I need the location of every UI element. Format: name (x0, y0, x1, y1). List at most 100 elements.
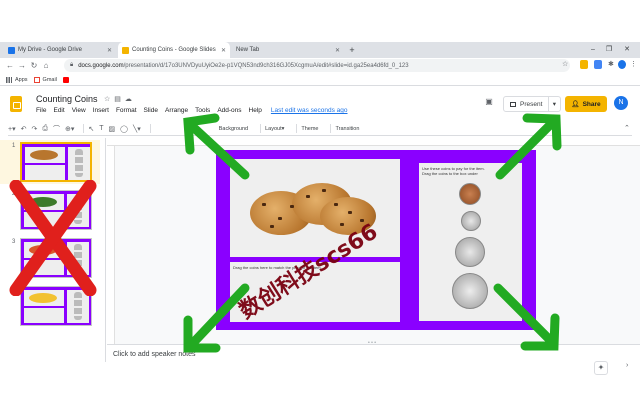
bookmark-apps[interactable]: Apps (6, 76, 28, 83)
kebab-menu-icon[interactable]: ⋮ (630, 60, 637, 69)
toolbar-divider (330, 124, 332, 133)
tab-counting-coins[interactable]: Counting Coins - Google Slides ✕ (118, 42, 230, 58)
vertical-ruler (107, 146, 115, 344)
present-label: Present (520, 100, 543, 108)
coins-thumb-image (74, 292, 82, 320)
minimize-button[interactable]: – (586, 42, 600, 58)
tab-label: Counting Coins - Google Slides (132, 47, 216, 53)
slide-number: 1 (12, 143, 16, 149)
menu-bar: File Edit View Insert Format Slide Arran… (36, 107, 355, 114)
horizontal-ruler (107, 138, 640, 146)
tab-label: My Drive - Google Drive (18, 47, 83, 53)
explore-icon[interactable]: ✦ (594, 361, 608, 375)
title-icons: ☆▤☁ (104, 95, 136, 103)
tab-new-tab[interactable]: New Tab ✕ (232, 42, 344, 58)
last-edit-link[interactable]: Last edit was seconds ago (271, 107, 348, 114)
move-folder-icon[interactable]: ▤ (114, 96, 125, 103)
back-arrow-icon[interactable]: ← (4, 59, 16, 73)
new-tab-button[interactable]: + (346, 42, 358, 58)
close-icon[interactable]: ✕ (331, 47, 340, 54)
redo-icon[interactable]: ↷ (31, 125, 37, 133)
menu-add-ons[interactable]: Add-ons (217, 107, 241, 114)
print-icon[interactable]: ⎙ (42, 125, 48, 133)
youtube-icon (62, 76, 69, 83)
comment-history-icon[interactable]: ▣ (482, 97, 496, 109)
share-label: Share (582, 100, 601, 108)
home-icon[interactable]: ⌂ (40, 59, 52, 73)
tab-label: New Tab (236, 47, 260, 53)
menu-insert[interactable]: Insert (93, 107, 109, 114)
slide-thumbnail-1[interactable] (20, 142, 92, 182)
tab-my-drive[interactable]: My Drive - Google Drive ✕ (4, 42, 116, 58)
coins-thumb-image (75, 149, 83, 177)
window-close-button[interactable]: ✕ (620, 42, 634, 58)
toolbar-divider (149, 124, 151, 133)
bookmarks-bar: Apps Gmail (0, 74, 640, 86)
present-button[interactable]: Present ▾ (503, 96, 561, 112)
apps-grid-icon (6, 76, 12, 83)
slides-logo-icon[interactable] (10, 96, 22, 112)
layout-button[interactable]: Layout▾ (265, 126, 284, 132)
account-avatar[interactable]: N (614, 96, 628, 110)
menu-help[interactable]: Help (249, 107, 262, 114)
line-icon[interactable]: ╲▾ (133, 125, 141, 133)
menu-file[interactable]: File (36, 107, 46, 114)
menu-format[interactable]: Format (116, 107, 137, 114)
transition-button[interactable]: Transition (335, 126, 359, 132)
bookmark-youtube[interactable] (62, 76, 72, 83)
penny-coin[interactable] (459, 183, 481, 205)
new-slide-icon[interactable]: +▾ (8, 125, 16, 133)
cloud-saved-icon: ☁ (124, 96, 136, 103)
menu-view[interactable]: View (72, 107, 86, 114)
puzzle-icon[interactable]: ✱ (608, 60, 616, 69)
speaker-notes[interactable]: Click to add speaker notes (107, 344, 640, 362)
paint-format-icon[interactable]: ⌒ (53, 124, 60, 134)
star-icon[interactable]: ☆ (104, 96, 114, 103)
gmail-icon (33, 76, 40, 83)
maximize-button[interactable]: ❐ (602, 42, 616, 58)
url-field[interactable]: 🔒︎ docs.google.com/presentation/d/17o3UN… (64, 59, 570, 72)
image-icon[interactable]: ▨ (109, 125, 116, 133)
select-cursor-icon[interactable]: ↖ (88, 125, 94, 133)
undo-icon[interactable]: ↶ (21, 125, 27, 133)
background-button[interactable]: Background (219, 126, 248, 132)
editing-toolbar: +▾ ↶ ↷ ⎙ ⌒ ⊕▾ ↖ T ▨ ◯ ╲▾ Background Layo… (8, 122, 632, 136)
present-dropdown-chevron-icon[interactable]: ▾ (547, 97, 560, 111)
quarter-coin[interactable] (452, 273, 488, 309)
person-add-icon: 👤︎ (571, 101, 580, 108)
document-title[interactable]: Counting Coins (36, 94, 98, 104)
bottom-area (0, 362, 640, 400)
close-icon[interactable]: ✕ (103, 47, 112, 54)
side-panel-chevron-icon[interactable]: › (626, 362, 628, 369)
extension-icon[interactable] (594, 60, 602, 69)
menu-slide[interactable]: Slide (144, 107, 158, 114)
shape-icon[interactable]: ◯ (120, 125, 128, 133)
lock-icon: 🔒︎ (70, 62, 74, 68)
toolbar-divider (83, 124, 85, 133)
menu-edit[interactable]: Edit (53, 107, 64, 114)
cookies-thumb-image (30, 150, 58, 160)
bookmark-gmail[interactable]: Gmail (33, 76, 57, 83)
zoom-icon[interactable]: ⊕▾ (65, 125, 74, 133)
menu-tools[interactable]: Tools (195, 107, 210, 114)
url-host: docs.google.com (78, 62, 124, 69)
dime-coin[interactable] (461, 211, 481, 231)
close-icon[interactable]: ✕ (217, 47, 226, 54)
google-slides-icon (122, 46, 129, 54)
menu-arrange[interactable]: Arrange (165, 107, 188, 114)
toolbar-divider (260, 124, 262, 133)
slides-extension-icon[interactable] (580, 60, 588, 69)
instructions-line-2: Drag the coins to the box under (422, 171, 478, 176)
forward-arrow-icon[interactable]: → (16, 59, 28, 73)
collapse-chevron-icon[interactable]: ⌃ (624, 124, 630, 132)
coin-bank: Use these coins to pay for the item. Dra… (419, 163, 522, 321)
star-icon[interactable]: ☆ (562, 61, 569, 68)
google-drive-icon (8, 46, 15, 54)
url-path: /presentation/d/17o3UNVDyuUyiOe2e-p1VQN5… (123, 62, 409, 69)
text-box-icon[interactable]: T (99, 125, 103, 132)
theme-button[interactable]: Theme (301, 126, 318, 132)
profile-avatar-icon[interactable] (618, 60, 626, 69)
nickel-coin[interactable] (455, 237, 485, 267)
share-button[interactable]: 👤︎ Share (565, 96, 607, 112)
reload-icon[interactable]: ↻ (28, 59, 40, 73)
